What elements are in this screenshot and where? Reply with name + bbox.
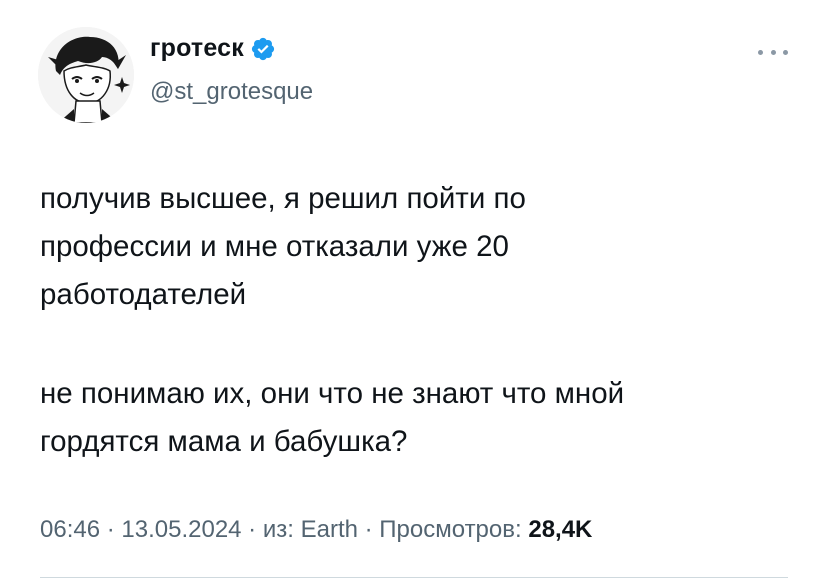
author-handle[interactable]: @st_grotesque [150,78,313,106]
tweet-date[interactable]: 13.05.2024 [121,516,241,543]
meta-separator: · [241,516,263,543]
author-display-name[interactable]: гротеск [150,34,244,63]
meta-separator: · [357,516,380,543]
views-label: Просмотров: [379,516,529,543]
more-dot-icon [783,49,788,55]
tweet-text-paragraph-1: получив высшее, я решил пойти по професс… [40,175,800,319]
tweet-text-line: работодателей [40,278,247,311]
tweet-card: гротеск @st_grotesque получив высшее, я … [0,0,828,581]
tweet-source: Earth [300,516,358,543]
author-name-row[interactable]: гротеск [150,34,276,63]
more-dot-icon [758,49,763,55]
tweet-text-line: профессии и мне отказали уже 20 [40,230,509,263]
tweet-source-prefix: из: [262,516,301,543]
avatar-image [38,27,134,123]
views-count[interactable]: 28,4K [528,516,592,543]
meta-separator: · [100,516,122,543]
tweet-text-paragraph-2: не понимаю их, они что не знают что мной… [40,370,800,466]
divider [40,577,788,578]
tweet-text-line: получив высшее, я решил пойти по [40,182,526,215]
tweet-time[interactable]: 06:46 [40,516,100,543]
verified-badge-icon[interactable] [250,36,276,62]
more-dot-icon [770,49,776,55]
tweet-text-line: гордятся мама и бабушка? [40,425,408,458]
tweet-meta: 06:46 · 13.05.2024 · из: Earth · Просмот… [40,516,592,544]
avatar[interactable] [38,27,134,123]
more-options-icon[interactable] [758,42,788,62]
tweet-text-line: не понимаю их, они что не знают что мной [40,377,625,410]
